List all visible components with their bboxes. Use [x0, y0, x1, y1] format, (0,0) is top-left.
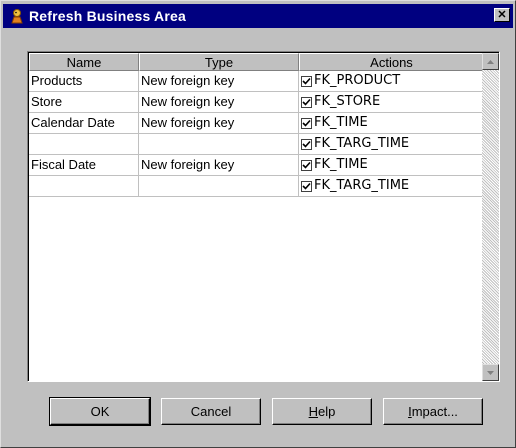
table-row[interactable]: FK_TARG_TIME — [29, 176, 484, 197]
cell-name — [29, 134, 139, 155]
cell-type — [139, 134, 299, 155]
changes-list[interactable]: Name Type Actions Products New foreign ke… — [27, 51, 500, 382]
help-mnemonic: H — [308, 404, 319, 419]
table-row[interactable]: Calendar Date New foreign key FK_TIME — [29, 113, 484, 134]
scroll-up-button[interactable] — [482, 53, 499, 70]
cell-type — [139, 176, 299, 197]
cell-actions: FK_STORE — [299, 92, 484, 113]
action-checkbox[interactable] — [301, 138, 312, 150]
action-checkbox[interactable] — [301, 180, 312, 192]
action-label: FK_TIME — [314, 157, 368, 172]
cell-name — [29, 176, 139, 197]
cell-name: Store — [29, 92, 139, 113]
checkmark-icon — [302, 140, 311, 148]
cell-type: New foreign key — [139, 71, 299, 92]
action-label: FK_TARG_TIME — [314, 136, 410, 151]
close-icon: ✕ — [497, 8, 507, 21]
table-row[interactable]: Products New foreign key FK_PRODUCT — [29, 71, 484, 92]
checkmark-icon — [302, 161, 311, 169]
action-label: FK_STORE — [314, 94, 381, 109]
window-title: Refresh Business Area — [29, 8, 186, 24]
cell-actions: FK_TIME — [299, 113, 484, 134]
cell-name: Products — [29, 71, 139, 92]
ok-button[interactable]: OK — [49, 397, 151, 426]
cell-name: Fiscal Date — [29, 155, 139, 176]
arrow-up-icon — [487, 59, 494, 64]
action-label: FK_PRODUCT — [314, 73, 401, 88]
action-checkbox[interactable] — [301, 96, 312, 108]
column-header-type[interactable]: Type — [139, 53, 299, 71]
cell-actions: FK_TIME — [299, 155, 484, 176]
arrow-down-icon — [487, 370, 494, 375]
column-header-name[interactable]: Name — [29, 53, 139, 71]
scroll-down-button[interactable] — [482, 364, 499, 381]
action-checkbox[interactable] — [301, 159, 312, 171]
impact-button[interactable]: Impact... — [383, 398, 483, 425]
action-label: FK_TARG_TIME — [314, 178, 410, 193]
action-label: FK_TIME — [314, 115, 368, 130]
refresh-business-area-dialog: Refresh Business Area ✕ Name Type Action… — [0, 0, 516, 448]
cell-name: Calendar Date — [29, 113, 139, 134]
help-label: elp — [318, 404, 336, 419]
title-bar[interactable]: Refresh Business Area ✕ — [3, 4, 513, 28]
list-rows: Products New foreign key FK_PRODUCT Store Ne… — [29, 71, 484, 197]
help-button[interactable]: Help — [272, 398, 372, 425]
cell-actions: FK_TARG_TIME — [299, 176, 484, 197]
close-button[interactable]: ✕ — [494, 8, 510, 22]
cell-type: New foreign key — [139, 113, 299, 134]
vertical-scrollbar[interactable] — [482, 53, 499, 381]
cell-actions: FK_TARG_TIME — [299, 134, 484, 155]
checkmark-icon — [302, 77, 311, 85]
action-checkbox[interactable] — [301, 75, 312, 87]
table-row[interactable]: Fiscal Date New foreign key FK_TIME — [29, 155, 484, 176]
cell-type: New foreign key — [139, 155, 299, 176]
cell-type: New foreign key — [139, 92, 299, 113]
checkmark-icon — [302, 98, 311, 106]
wizard-icon — [8, 7, 26, 25]
cell-actions: FK_PRODUCT — [299, 71, 484, 92]
column-header-actions[interactable]: Actions — [299, 53, 484, 71]
cancel-button[interactable]: Cancel — [161, 398, 261, 425]
action-checkbox[interactable] — [301, 117, 312, 129]
table-row[interactable]: FK_TARG_TIME — [29, 134, 484, 155]
list-header: Name Type Actions — [29, 53, 484, 71]
checkmark-icon — [302, 119, 311, 127]
checkmark-icon — [302, 182, 311, 190]
impact-label: mpact... — [411, 404, 458, 419]
table-row[interactable]: Store New foreign key FK_STORE — [29, 92, 484, 113]
